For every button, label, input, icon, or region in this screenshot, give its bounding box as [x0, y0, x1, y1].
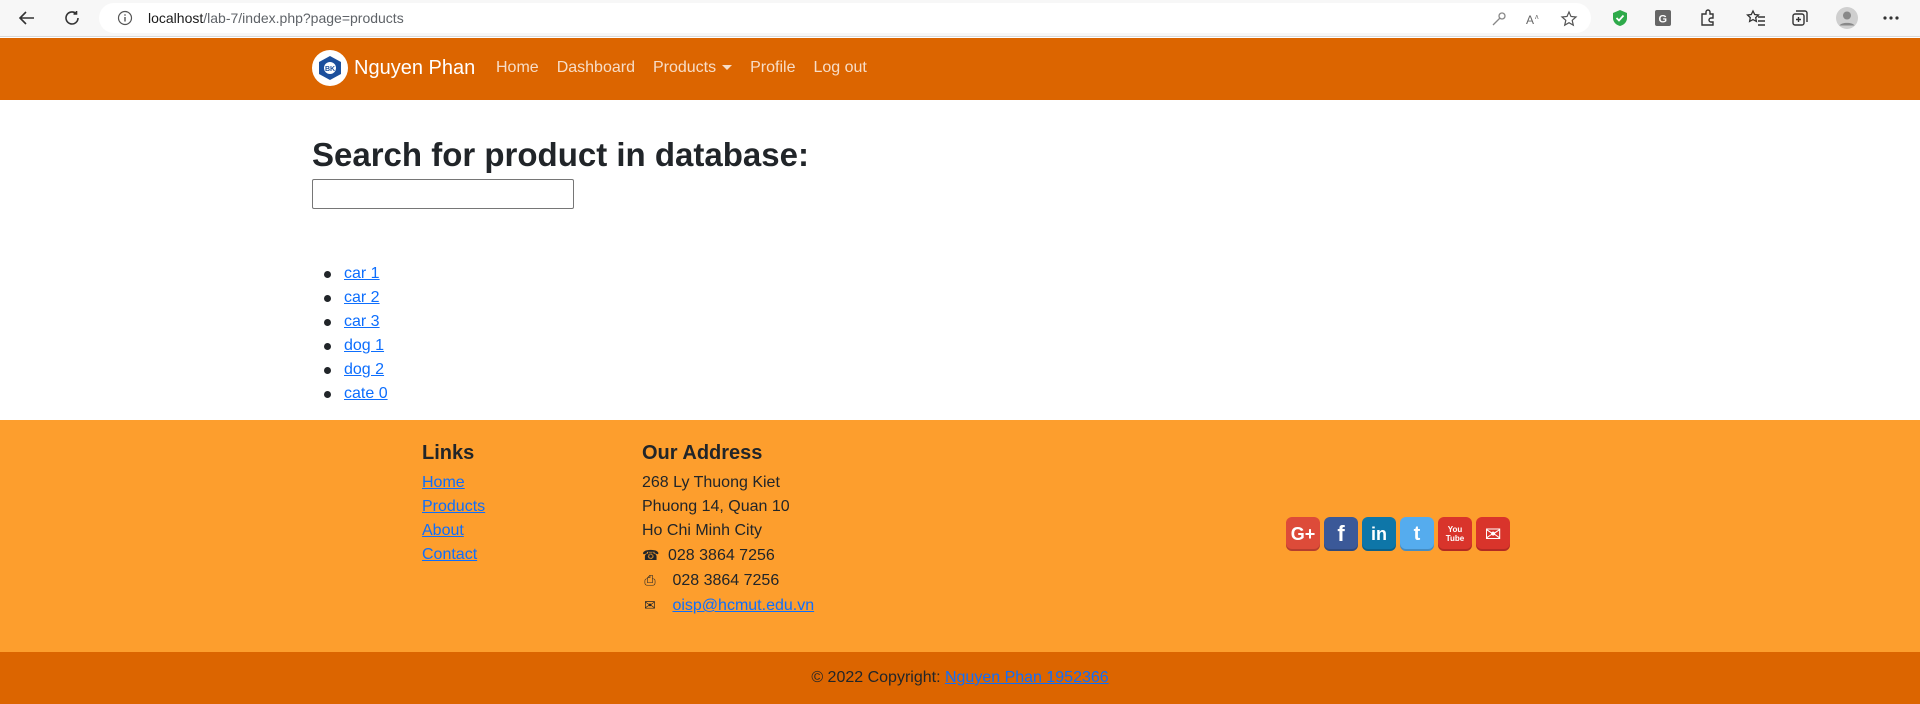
reload-button[interactable]: [60, 6, 84, 30]
nav-profile-link[interactable]: Profile: [750, 59, 795, 77]
extensions-puzzle-icon[interactable]: [1698, 8, 1718, 28]
list-item: cate 0: [312, 382, 388, 406]
result-link[interactable]: cate 0: [344, 385, 388, 402]
collections-icon[interactable]: [1790, 8, 1810, 28]
copyright-link[interactable]: Nguyen Phan 1952366: [945, 669, 1109, 687]
envelope-icon: ✉: [644, 597, 656, 613]
address-line: Ho Chi Minh City: [642, 522, 763, 539]
list-item: Home: [422, 471, 485, 495]
footer-link-products[interactable]: Products: [422, 498, 485, 515]
footer-address-heading: Our Address: [642, 442, 763, 464]
phone-line: ☎ 028 3864 7256: [642, 543, 814, 568]
linkedin-icon[interactable]: in: [1362, 517, 1396, 551]
google-plus-icon[interactable]: G+: [1286, 517, 1320, 551]
result-link[interactable]: dog 1: [344, 337, 384, 354]
list-item: dog 1: [312, 334, 388, 358]
email-line: ✉ oisp@hcmut.edu.vn: [642, 593, 814, 618]
footer-links-heading: Links: [422, 442, 475, 464]
url-text: localhost/lab-7/index.php?page=products: [148, 10, 404, 26]
list-item: car 2: [312, 286, 388, 310]
footer-link-contact[interactable]: Contact: [422, 546, 477, 563]
site-footer: Links Home Products About Contact Our Ad…: [0, 420, 1920, 652]
shield-extension-icon[interactable]: [1610, 8, 1630, 28]
nav-home-link[interactable]: Home: [496, 59, 539, 77]
footer-address-column: Our Address 268 Ly Thuong Kiet Phuong 14…: [642, 442, 814, 618]
result-link[interactable]: car 2: [344, 289, 380, 306]
fax-line: ⎙ 028 3864 7256: [642, 568, 814, 593]
facebook-icon[interactable]: f: [1324, 517, 1358, 551]
more-menu-icon[interactable]: [1881, 8, 1901, 28]
svg-text:A: A: [1526, 13, 1534, 27]
add-favorite-icon[interactable]: [1560, 10, 1578, 28]
footer-links-column: Links Home Products About Contact: [422, 442, 485, 567]
list-item: car 1: [312, 262, 388, 286]
result-link[interactable]: dog 2: [344, 361, 384, 378]
profile-avatar-icon[interactable]: [1835, 6, 1859, 30]
copyright-bar: © 2022 Copyright: Nguyen Phan 1952366: [0, 652, 1920, 704]
favorites-icon[interactable]: [1746, 8, 1766, 28]
address-bar[interactable]: localhost/lab-7/index.php?page=products …: [99, 3, 1591, 33]
password-key-icon[interactable]: [1490, 10, 1508, 28]
nav-dashboard-link[interactable]: Dashboard: [557, 59, 635, 77]
nav-products-dropdown[interactable]: Products: [652, 59, 733, 77]
reload-icon: [65, 11, 79, 25]
footer-link-about[interactable]: About: [422, 522, 464, 539]
url-path: /lab-7/index.php?page=products: [203, 10, 404, 26]
read-aloud-icon[interactable]: Aʌ: [1525, 10, 1543, 28]
list-item: Contact: [422, 543, 485, 567]
fax-number: 028 3864 7256: [672, 572, 780, 589]
nav-logout-link[interactable]: Log out: [813, 59, 866, 77]
email-link[interactable]: oisp@hcmut.edu.vn: [672, 597, 814, 614]
browser-toolbar: localhost/lab-7/index.php?page=products …: [0, 0, 1920, 37]
list-item: About: [422, 519, 485, 543]
result-link[interactable]: car 1: [344, 265, 380, 282]
grammar-extension-icon[interactable]: G: [1653, 8, 1673, 28]
url-host: localhost: [148, 10, 204, 26]
social-icons: G+ f in t You Tube ✉: [1286, 517, 1514, 551]
search-results-list: car 1 car 2 car 3 dog 1 dog 2 cate 0: [312, 262, 388, 406]
list-item: car 3: [312, 310, 388, 334]
phone-number: 028 3864 7256: [668, 547, 775, 564]
youtube-icon[interactable]: You Tube: [1438, 517, 1472, 551]
phone-icon: ☎: [642, 547, 660, 563]
back-button[interactable]: [15, 6, 39, 30]
nav-links: Home Dashboard Products Profile Log out: [496, 59, 885, 77]
nav-products-label: Products: [652, 59, 717, 76]
twitter-icon[interactable]: t: [1400, 517, 1434, 551]
search-section: Search for product in database:: [312, 136, 809, 209]
page-title: Search for product in database:: [312, 136, 809, 173]
dropdown-caret-icon: [722, 65, 733, 71]
address-line: 268 Ly Thuong Kiet: [642, 474, 780, 491]
top-navbar: BK Nguyen Phan Home Dashboard Products P…: [0, 38, 1920, 100]
address-line: Phuong 14, Quan 10: [642, 498, 790, 515]
svg-text:G: G: [1659, 14, 1668, 26]
back-arrow-icon: [18, 11, 34, 25]
list-item: Products: [422, 495, 485, 519]
svg-text:ʌ: ʌ: [1535, 14, 1539, 21]
site-info-icon[interactable]: [117, 10, 133, 26]
brand-logo-icon: BK: [312, 50, 348, 86]
footer-links-list: Home Products About Contact: [422, 471, 485, 567]
brand-link[interactable]: BK Nguyen Phan: [312, 50, 475, 86]
brand-name: Nguyen Phan: [354, 56, 476, 79]
list-item: dog 2: [312, 358, 388, 382]
fax-icon: ⎙: [644, 572, 656, 588]
svg-text:BK: BK: [325, 66, 335, 73]
result-link[interactable]: car 3: [344, 313, 380, 330]
footer-link-home[interactable]: Home: [422, 474, 465, 491]
product-search-input[interactable]: [312, 179, 574, 209]
mail-icon[interactable]: ✉: [1476, 517, 1510, 551]
copyright-text: © 2022 Copyright:: [811, 669, 941, 686]
